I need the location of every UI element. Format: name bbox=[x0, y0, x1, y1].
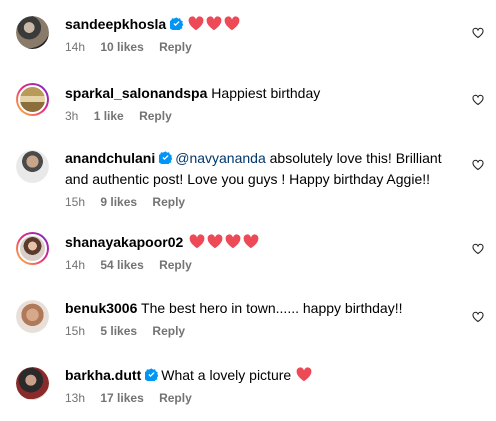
likes-count[interactable]: 54 likes bbox=[100, 258, 143, 272]
comment-body: The best hero in town...... happy birthd… bbox=[141, 300, 403, 316]
comment-time[interactable]: 15h bbox=[65, 324, 85, 338]
username[interactable]: barkha.dutt bbox=[65, 367, 141, 383]
comment-time[interactable]: 14h bbox=[65, 258, 85, 272]
likes-count[interactable]: 1 like bbox=[94, 109, 124, 123]
reply-button[interactable]: Reply bbox=[152, 324, 185, 338]
heart-emojis bbox=[186, 16, 240, 32]
username[interactable]: anandchulani bbox=[65, 150, 155, 166]
likes-count[interactable]: 17 likes bbox=[100, 391, 143, 405]
comment-meta: 14h 54 likes Reply bbox=[65, 257, 455, 273]
heart-emojis bbox=[291, 367, 312, 383]
comment-time[interactable]: 3h bbox=[65, 109, 78, 123]
heart-emoji-icon bbox=[225, 234, 241, 249]
likes-count[interactable]: 5 likes bbox=[100, 324, 137, 338]
reply-button[interactable]: Reply bbox=[159, 40, 192, 54]
verified-badge-icon bbox=[159, 151, 173, 164]
comment-time[interactable]: 14h bbox=[65, 40, 85, 54]
comment-text: anandchulani @navyananda absolutely love … bbox=[65, 148, 455, 190]
comment-text: benuk3006 The best hero in town...... ha… bbox=[65, 298, 455, 319]
username[interactable]: benuk3006 bbox=[65, 300, 137, 316]
avatar[interactable] bbox=[16, 16, 49, 49]
reply-button[interactable]: Reply bbox=[139, 109, 172, 123]
heart-emojis bbox=[187, 234, 259, 250]
comment-body: What a lovely picture bbox=[161, 367, 292, 383]
mention-link[interactable]: @navyananda bbox=[175, 150, 266, 166]
comment-meta: 15h 5 likes Reply bbox=[65, 323, 455, 339]
comment-text: sandeepkhosla bbox=[65, 14, 455, 35]
reply-button[interactable]: Reply bbox=[159, 258, 192, 272]
likes-count[interactable]: 9 likes bbox=[100, 195, 137, 209]
like-heart-icon[interactable] bbox=[472, 27, 484, 39]
username[interactable]: sparkal_salonandspa bbox=[65, 85, 207, 101]
heart-emoji-icon bbox=[188, 16, 204, 31]
avatar[interactable] bbox=[16, 232, 49, 265]
reply-button[interactable]: Reply bbox=[159, 391, 192, 405]
heart-emoji-icon bbox=[296, 367, 312, 382]
username[interactable]: sandeepkhosla bbox=[65, 16, 166, 32]
comment-text: barkha.dutt What a lovely picture bbox=[65, 365, 455, 386]
comment-time[interactable]: 13h bbox=[65, 391, 85, 405]
heart-emoji-icon bbox=[224, 16, 240, 31]
avatar[interactable] bbox=[16, 83, 49, 116]
heart-emoji-icon bbox=[189, 234, 205, 249]
comment-text: sparkal_salonandspa Happiest birthday bbox=[65, 83, 455, 104]
comments-list: sandeepkhosla 14h 10 likes Reply sparkal… bbox=[0, 0, 496, 421]
avatar[interactable] bbox=[16, 300, 49, 333]
heart-emoji-icon bbox=[206, 16, 222, 31]
likes-count[interactable]: 10 likes bbox=[100, 40, 143, 54]
comment-text: shanayakapoor02 bbox=[65, 232, 455, 253]
reply-button[interactable]: Reply bbox=[152, 195, 185, 209]
comment-meta: 13h 17 likes Reply bbox=[65, 390, 455, 406]
comment-body: Happiest birthday bbox=[211, 85, 321, 101]
like-heart-icon[interactable] bbox=[472, 243, 484, 255]
heart-emoji-icon bbox=[243, 234, 259, 249]
comment-time[interactable]: 15h bbox=[65, 195, 85, 209]
verified-badge-icon bbox=[145, 368, 159, 381]
username[interactable]: shanayakapoor02 bbox=[65, 234, 183, 250]
comment-meta: 3h 1 like Reply bbox=[65, 108, 455, 124]
verified-badge-icon bbox=[170, 17, 184, 30]
like-heart-icon[interactable] bbox=[472, 159, 484, 171]
like-heart-icon[interactable] bbox=[472, 311, 484, 323]
avatar[interactable] bbox=[16, 367, 49, 400]
comment-meta: 14h 10 likes Reply bbox=[65, 39, 455, 55]
like-heart-icon[interactable] bbox=[472, 94, 484, 106]
comment-meta: 15h 9 likes Reply bbox=[65, 194, 455, 210]
heart-emoji-icon bbox=[207, 234, 223, 249]
avatar[interactable] bbox=[16, 150, 49, 183]
